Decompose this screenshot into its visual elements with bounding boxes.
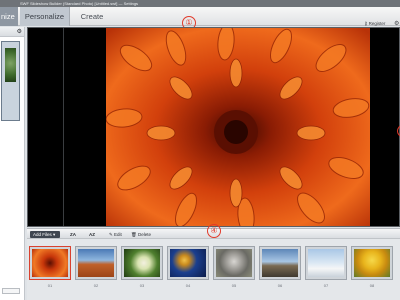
left-panel: ⚙ xyxy=(0,27,25,300)
tab-organize[interactable]: nize xyxy=(0,7,18,26)
filmstrip-panel: Add Files ▾ ZA AZ ✎ Edit 🗑 Delete ④ 01 0… xyxy=(27,224,400,300)
thumbnail-number: 02 xyxy=(93,283,99,288)
thumbnail-koala[interactable] xyxy=(213,246,255,280)
tab-create[interactable]: Create xyxy=(72,7,112,26)
thumbnail-image xyxy=(262,249,298,277)
thumbnail-image xyxy=(32,249,68,277)
preview-photo xyxy=(106,28,370,226)
sort-az-button[interactable]: AZ xyxy=(89,231,95,238)
register-label: Register xyxy=(368,21,386,26)
thumbnail-number: 07 xyxy=(323,283,329,288)
title-bar: SWF Slideshow Builder (Standard Photo) [… xyxy=(0,0,400,7)
thumbnail-image xyxy=(216,249,252,277)
thumbnail-image xyxy=(124,249,160,277)
delete-label: Delete xyxy=(137,232,151,237)
preview-viewer xyxy=(27,27,400,227)
thumbnail-number: 08 xyxy=(369,283,375,288)
gear-icon[interactable]: ⚙ xyxy=(394,20,399,27)
left-panel-header: ⚙ xyxy=(0,27,24,37)
thumbnail-number: 03 xyxy=(139,283,145,288)
thumbnail-penguins[interactable] xyxy=(305,246,347,280)
top-tab-bar: nize Personalize Create ① ⚷Register ⚙ xyxy=(0,7,400,30)
pencil-icon: ✎ xyxy=(109,232,113,237)
chrysanthemum-image xyxy=(106,28,370,226)
thumbnail-tulips[interactable] xyxy=(351,246,393,280)
window-title: SWF Slideshow Builder (Standard Photo) [… xyxy=(20,1,139,6)
thumbnail-image xyxy=(78,249,114,277)
thumbnail-number: 01 xyxy=(47,283,53,288)
thumbnail-number: 05 xyxy=(231,283,237,288)
callout-marker-4: ④ xyxy=(207,224,221,238)
edit-label: Edit xyxy=(114,232,122,237)
thumbnail-image xyxy=(354,249,390,277)
thumbnail-lighthouse[interactable] xyxy=(259,246,301,280)
gear-icon[interactable]: ⚙ xyxy=(17,28,22,36)
slideshow-thumbnail[interactable] xyxy=(1,41,20,121)
tab-personalize[interactable]: Personalize xyxy=(20,7,70,26)
delete-button[interactable]: 🗑 Delete xyxy=(131,231,151,238)
thumbnail-hydrangeas[interactable] xyxy=(121,246,163,280)
left-panel-control[interactable] xyxy=(2,288,20,294)
add-files-button[interactable]: Add Files ▾ xyxy=(30,231,60,238)
filmstrip-toolbar: Add Files ▾ ZA AZ ✎ Edit 🗑 Delete ④ xyxy=(27,224,400,239)
thumbnail-chrysanthemum[interactable] xyxy=(29,246,71,280)
trash-icon: 🗑 xyxy=(131,232,137,237)
thumbnail-jellyfish[interactable] xyxy=(167,246,209,280)
thumbnail-image xyxy=(308,249,344,277)
viewer-divider xyxy=(63,28,64,226)
slideshow-preview-image xyxy=(5,48,16,82)
thumbnail-number: 06 xyxy=(277,283,283,288)
thumbnail-image xyxy=(170,249,206,277)
edit-button[interactable]: ✎ Edit xyxy=(109,231,122,238)
sort-za-button[interactable]: ZA xyxy=(70,231,76,238)
thumbnail-number: 04 xyxy=(185,283,191,288)
app-window: SWF Slideshow Builder (Standard Photo) [… xyxy=(0,0,400,300)
thumbnail-desert[interactable] xyxy=(75,246,117,280)
